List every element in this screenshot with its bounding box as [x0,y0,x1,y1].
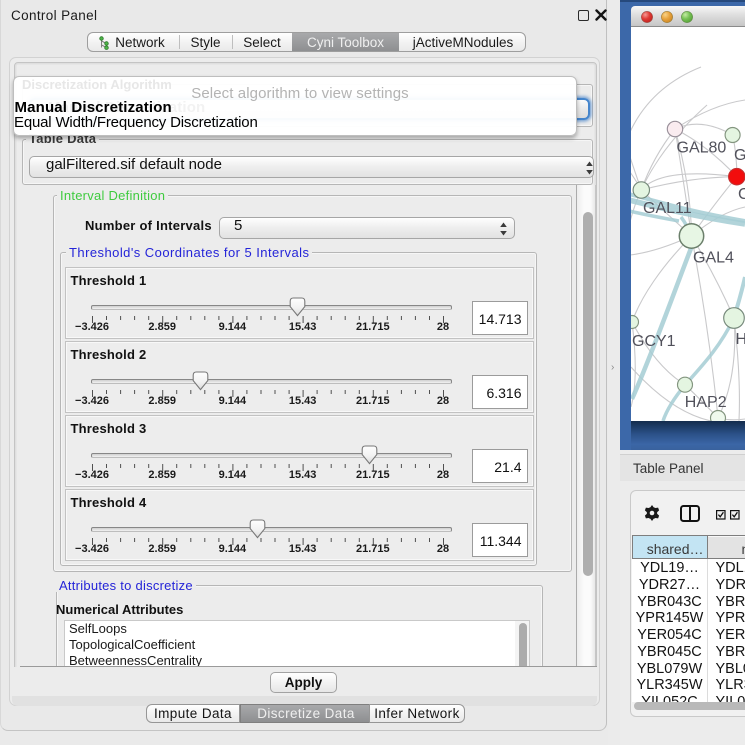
svg-text:HIS4: HIS4 [736,331,745,348]
svg-text:GAL80: GAL80 [677,140,727,157]
svg-text:GAL11: GAL11 [643,200,692,217]
svg-text:CRM1: CRM1 [738,186,745,203]
svg-text:GAL3: GAL3 [734,147,745,164]
svg-text:GCY1: GCY1 [632,333,676,350]
svg-text:HAP2: HAP2 [685,394,727,411]
svg-text:GAL4: GAL4 [693,250,734,267]
